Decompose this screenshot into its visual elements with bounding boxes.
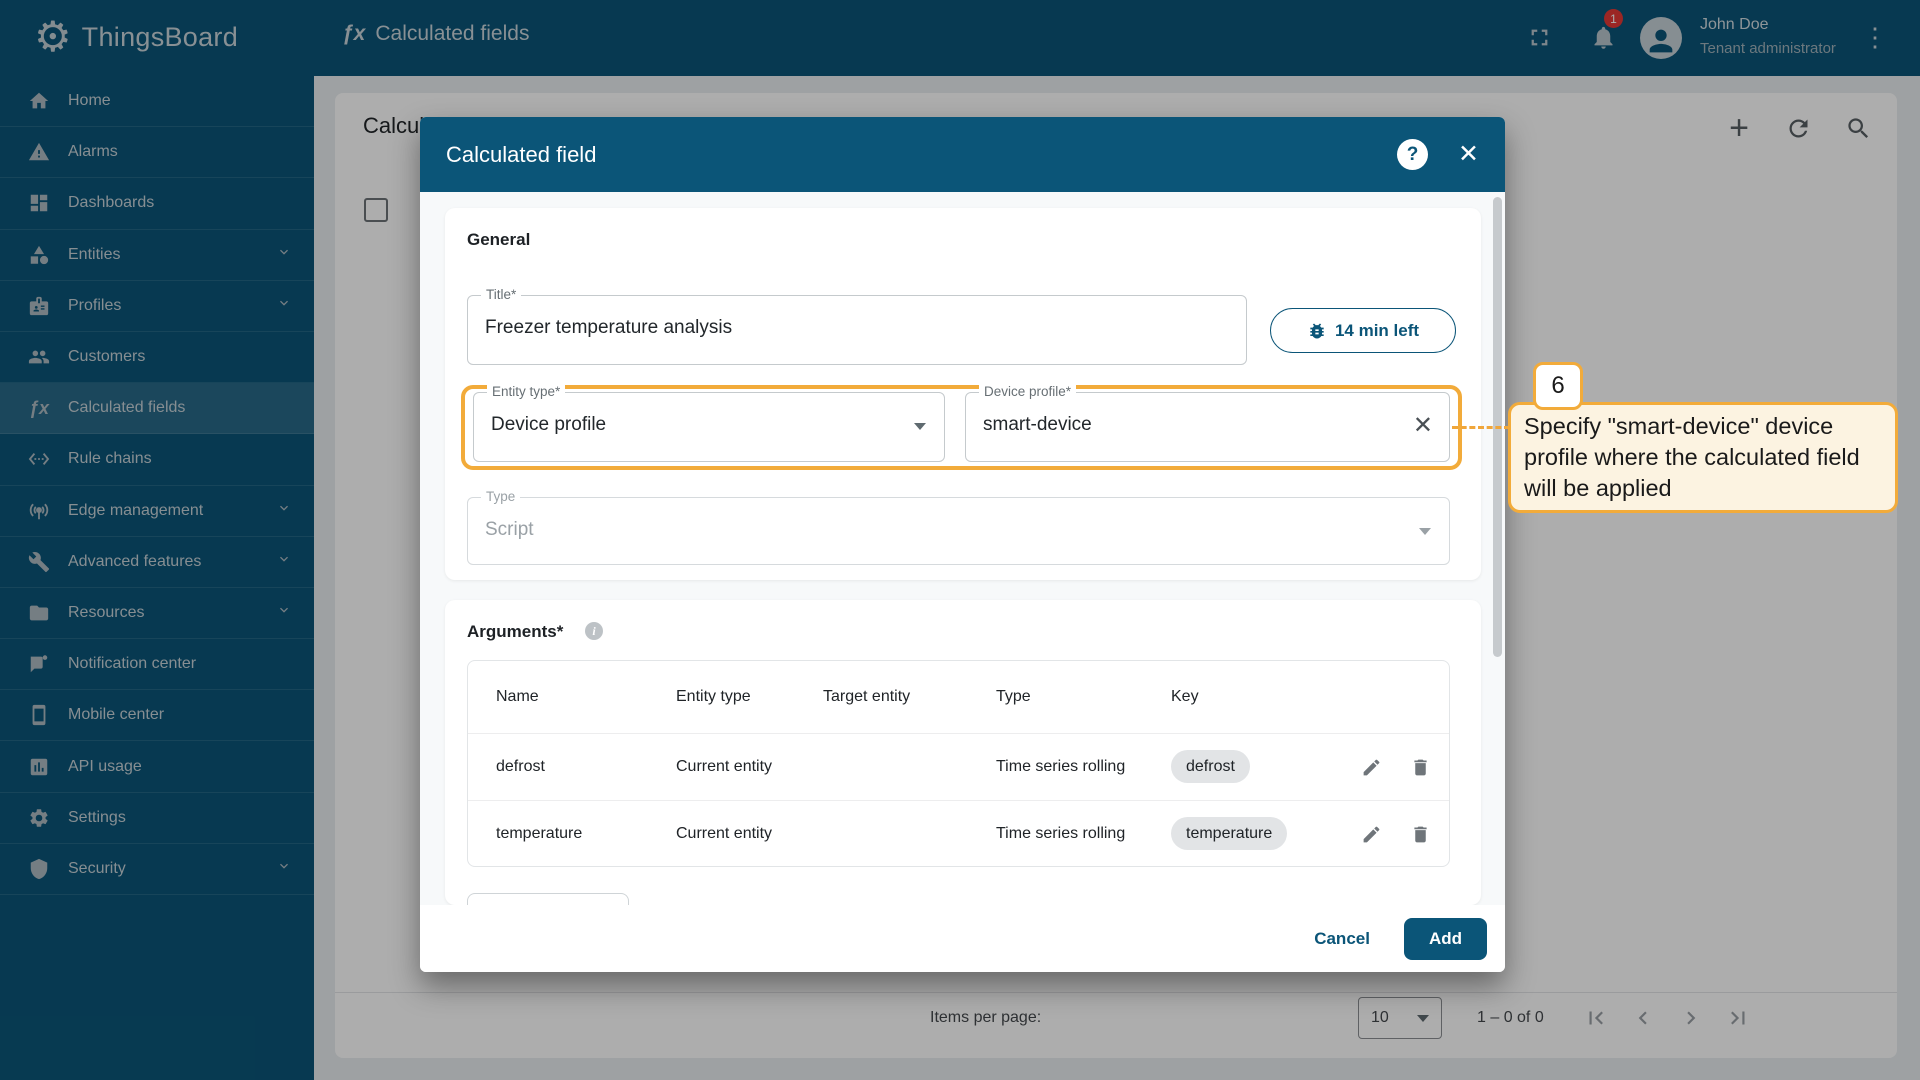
entity-type-select[interactable]: Entity type* Device profile: [473, 384, 945, 462]
device-profile-value: smart-device: [983, 414, 1092, 435]
callout-step-number: 6: [1533, 362, 1583, 410]
calculated-field-dialog: Calculated field ? ✕ General Title* Free…: [420, 117, 1505, 972]
key-chip: temperature: [1171, 817, 1288, 850]
general-heading: General: [467, 230, 531, 249]
debug-mode-chip[interactable]: 14 min left: [1270, 308, 1456, 353]
entity-type-value: Device profile: [491, 414, 607, 435]
title-field-value: Freezer temperature analysis: [485, 317, 733, 338]
device-profile-label: Device profile*: [979, 384, 1077, 399]
table-row: temperature Current entity Time series r…: [468, 800, 1449, 866]
edit-icon[interactable]: [1361, 757, 1382, 778]
cancel-button[interactable]: Cancel: [1314, 929, 1370, 949]
arguments-table: Name Entity type Target entity Type Key …: [467, 660, 1450, 867]
arguments-heading: Arguments*: [467, 622, 564, 641]
title-field-label: Title*: [481, 287, 522, 302]
type-select[interactable]: Type Script: [467, 489, 1450, 565]
help-icon[interactable]: ?: [1397, 139, 1429, 170]
debug-chip-label: 14 min left: [1334, 320, 1420, 340]
dialog-title: Calculated field: [446, 141, 597, 167]
dialog-header: Calculated field ? ✕: [420, 117, 1505, 192]
delete-icon[interactable]: [1410, 757, 1431, 778]
arguments-table-header: Name Entity type Target entity Type Key: [496, 688, 1199, 705]
bug-icon: [1310, 323, 1324, 338]
chevron-down-icon: [914, 423, 926, 430]
key-chip: defrost: [1171, 750, 1250, 783]
delete-icon[interactable]: [1410, 824, 1431, 845]
callout-connector-line: [1452, 426, 1510, 429]
table-row: defrost Current entity Time series rolli…: [468, 733, 1449, 800]
device-profile-field[interactable]: Device profile* smart-device ✕: [965, 384, 1450, 462]
clear-icon[interactable]: ✕: [1413, 411, 1433, 440]
chevron-down-icon: [1419, 528, 1431, 535]
edit-icon[interactable]: [1361, 824, 1382, 845]
arguments-section: Arguments* i Name Entity type Target ent…: [445, 600, 1481, 906]
info-icon[interactable]: i: [585, 622, 603, 640]
screen: Calculated fields + Items per page: 10 1…: [0, 0, 1920, 1080]
type-value: Script: [485, 519, 534, 540]
entity-type-label: Entity type*: [487, 384, 566, 399]
close-icon[interactable]: ✕: [1458, 142, 1479, 167]
dialog-footer: Cancel Add: [420, 905, 1505, 972]
type-label: Type: [481, 489, 521, 504]
callout-text: Specify "smart-device" device profile wh…: [1508, 402, 1898, 513]
add-button[interactable]: Add: [1403, 917, 1487, 960]
title-field[interactable]: Title* Freezer temperature analysis: [467, 287, 1247, 365]
general-section: General Title* Freezer temperature analy…: [445, 208, 1481, 580]
